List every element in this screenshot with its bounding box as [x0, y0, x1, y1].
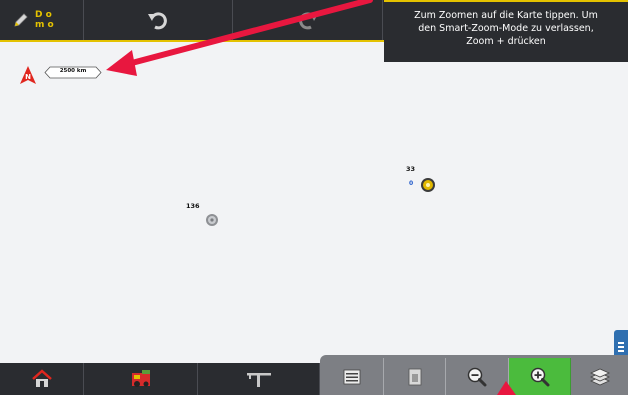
- implement-button[interactable]: [198, 363, 320, 395]
- document-button[interactable]: [384, 358, 446, 395]
- north-label: N: [25, 73, 31, 81]
- layers-button[interactable]: [571, 358, 628, 395]
- demo-label: D o m o: [35, 10, 54, 30]
- expand-icon: [618, 342, 624, 352]
- document-icon: [408, 368, 421, 385]
- map-scale: 2500 km: [44, 64, 102, 79]
- zoom-in-button[interactable]: [509, 358, 571, 395]
- hint-line-1: Zum Zoomen auf die Karte tippen. Um: [414, 10, 598, 21]
- redo-button[interactable]: [233, 0, 383, 40]
- pencil-icon: [14, 13, 28, 27]
- scale-label: 2500 km: [59, 67, 87, 74]
- machine-app-button[interactable]: [84, 363, 198, 395]
- machine-app-icon: [131, 370, 150, 387]
- hint-line-2: den Smart-Zoom-Mode zu verlassen,: [418, 23, 594, 34]
- home-icon: [31, 369, 52, 387]
- map-marker[interactable]: [420, 177, 436, 197]
- north-indicator[interactable]: N: [19, 65, 37, 89]
- north-arrow-icon: N: [20, 66, 36, 84]
- undo-icon: [148, 12, 167, 30]
- marker-sublabel: 0: [409, 180, 414, 187]
- map-canvas[interactable]: N 2500 km 33 0 136: [0, 42, 628, 363]
- map-screen: D o m o Zum Zoomen auf die Karte tippen.…: [0, 0, 628, 395]
- zoom-out-icon: [467, 367, 487, 386]
- marker-label: 33: [406, 165, 416, 173]
- implement-icon: [246, 373, 271, 387]
- list-view-button[interactable]: [320, 358, 384, 395]
- map-marker[interactable]: [205, 212, 219, 231]
- redo-icon: [298, 12, 318, 30]
- target-marker-icon: [206, 214, 218, 226]
- undo-button[interactable]: [84, 0, 233, 40]
- list-icon: [343, 369, 360, 384]
- layers-icon: [589, 368, 610, 385]
- marker-label: 136: [186, 202, 200, 210]
- zoom-out-button[interactable]: [446, 358, 509, 395]
- home-button[interactable]: [0, 363, 84, 395]
- demo-button[interactable]: D o m o: [0, 0, 84, 40]
- target-marker-icon: [421, 178, 435, 192]
- zoom-panel: [320, 355, 628, 395]
- zoom-in-icon: [530, 367, 549, 386]
